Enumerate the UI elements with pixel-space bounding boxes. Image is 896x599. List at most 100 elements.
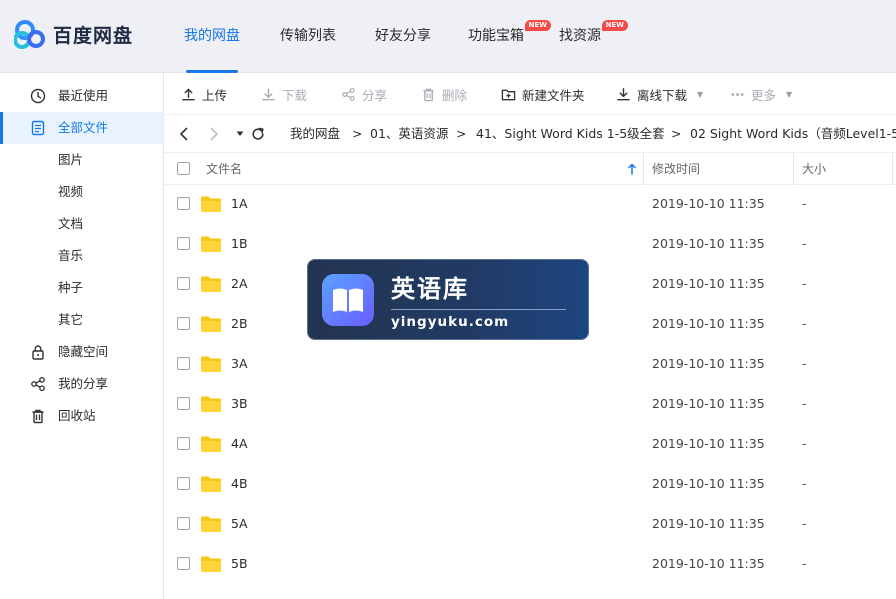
- row-checkbox[interactable]: [177, 437, 190, 450]
- column-divider[interactable]: [643, 153, 644, 185]
- file-row[interactable]: 4B 2019-10-10 11:35 -: [164, 464, 896, 504]
- file-row[interactable]: 1A 2019-10-10 11:35 -: [164, 184, 896, 224]
- more-button[interactable]: 更多 ▼: [730, 85, 792, 103]
- file-row[interactable]: 3B 2019-10-10 11:35 -: [164, 384, 896, 424]
- column-header-name[interactable]: 文件名: [206, 161, 242, 177]
- download-label: 下载: [282, 87, 308, 103]
- breadcrumb-item-sight-word-kids[interactable]: 41、Sight Word Kids 1-5级全套: [476, 126, 665, 142]
- sidebar-item-label: 图片: [58, 152, 84, 167]
- offline-download-icon: [617, 87, 630, 100]
- sidebar-item-hidden-space[interactable]: 隐藏空间: [0, 336, 163, 368]
- row-checkbox[interactable]: [177, 277, 190, 290]
- upload-button[interactable]: 上传: [181, 85, 227, 103]
- tab-transfer-list[interactable]: 传输列表: [280, 26, 336, 46]
- column-header-size[interactable]: 大小: [802, 161, 826, 177]
- share-icon: [31, 376, 45, 392]
- document-icon: [31, 120, 45, 136]
- tab-toolbox[interactable]: 功能宝箱 NEW: [468, 20, 551, 46]
- row-checkbox[interactable]: [177, 197, 190, 210]
- baidu-cloud-logo-icon: [14, 20, 45, 49]
- file-modified-time: 2019-10-10 11:35: [652, 236, 765, 251]
- tab-find-resources[interactable]: 找资源 NEW: [559, 20, 628, 46]
- sidebar-item-label: 音乐: [58, 248, 84, 263]
- sidebar-item-music[interactable]: 音乐: [0, 240, 163, 272]
- row-checkbox[interactable]: [177, 517, 190, 530]
- file-row[interactable]: 5A 2019-10-10 11:35 -: [164, 504, 896, 544]
- breadcrumb-item-current: 02 Sight Word Kids（音频Level1-5）: [690, 126, 896, 141]
- file-name[interactable]: 5A: [231, 516, 248, 532]
- file-row[interactable]: 4A 2019-10-10 11:35 -: [164, 424, 896, 464]
- row-checkbox[interactable]: [177, 477, 190, 490]
- download-button[interactable]: 下载: [261, 85, 307, 103]
- breadcrumb-separator: >: [671, 126, 682, 141]
- file-size: -: [802, 276, 807, 291]
- chevron-down-icon[interactable]: ▼: [786, 90, 792, 99]
- row-checkbox[interactable]: [177, 557, 190, 570]
- file-name[interactable]: 2A: [231, 276, 248, 292]
- sidebar-item-my-shares[interactable]: 我的分享: [0, 368, 163, 400]
- file-list-header: 文件名 修改时间 大小: [164, 153, 896, 185]
- upload-label: 上传: [202, 87, 228, 103]
- sidebar-item-recent[interactable]: 最近使用: [0, 80, 163, 112]
- file-name[interactable]: 3B: [231, 396, 248, 412]
- tab-my-disk[interactable]: 我的网盘: [184, 26, 240, 46]
- file-row[interactable]: 5B 2019-10-10 11:35 -: [164, 544, 896, 584]
- sidebar-item-images[interactable]: 图片: [0, 144, 163, 176]
- more-label: 更多: [751, 87, 777, 103]
- file-name[interactable]: 5B: [231, 556, 248, 572]
- select-all-checkbox[interactable]: [177, 162, 190, 175]
- file-name[interactable]: 4A: [231, 436, 248, 452]
- breadcrumb-item-english-resources[interactable]: 01、英语资源: [370, 126, 448, 142]
- back-button[interactable]: [176, 125, 192, 143]
- folder-icon: [201, 196, 221, 212]
- new-badge: NEW: [524, 20, 551, 31]
- column-divider[interactable]: [892, 153, 893, 185]
- chevron-left-icon: [179, 127, 188, 141]
- offline-download-button[interactable]: 离线下载 ▼: [616, 85, 703, 103]
- file-name[interactable]: 1A: [231, 196, 248, 212]
- sidebar-item-other[interactable]: 其它: [0, 304, 163, 336]
- file-size: -: [802, 316, 807, 331]
- row-checkbox[interactable]: [177, 317, 190, 330]
- chevron-down-icon[interactable]: ▼: [697, 90, 703, 99]
- row-checkbox[interactable]: [177, 397, 190, 410]
- file-size: -: [802, 356, 807, 371]
- history-dropdown[interactable]: [232, 125, 248, 143]
- caret-down-icon: [236, 131, 244, 136]
- row-checkbox[interactable]: [177, 357, 190, 370]
- new-badge: NEW: [601, 20, 628, 31]
- file-row[interactable]: 1B 2019-10-10 11:35 -: [164, 224, 896, 264]
- breadcrumb-item-root[interactable]: 我的网盘: [290, 126, 340, 142]
- sidebar-item-label: 回收站: [58, 408, 96, 423]
- file-row[interactable]: 3A 2019-10-10 11:35 -: [164, 344, 896, 384]
- row-checkbox[interactable]: [177, 237, 190, 250]
- file-name[interactable]: 3A: [231, 356, 248, 372]
- share-button[interactable]: 分享: [341, 85, 387, 103]
- sort-ascending-icon[interactable]: [628, 163, 636, 175]
- delete-button[interactable]: 删除: [421, 85, 467, 103]
- sidebar-item-torrents[interactable]: 种子: [0, 272, 163, 304]
- folder-icon: [201, 356, 221, 372]
- file-modified-time: 2019-10-10 11:35: [652, 396, 765, 411]
- file-name[interactable]: 1B: [231, 236, 248, 252]
- app-logo[interactable]: 百度网盘: [14, 18, 133, 50]
- file-name[interactable]: 4B: [231, 476, 248, 492]
- toolbar: 上传 下载 分享 删除 新建文件夹 离线下载 ▼ 更多 ▼: [164, 73, 896, 114]
- sidebar-item-documents[interactable]: 文档: [0, 208, 163, 240]
- sidebar-item-label: 隐藏空间: [58, 344, 109, 359]
- offline-download-label: 离线下载: [637, 87, 688, 103]
- sidebar-item-videos[interactable]: 视频: [0, 176, 163, 208]
- sidebar-item-recycle-bin[interactable]: 回收站: [0, 400, 163, 432]
- sidebar-item-all-files[interactable]: 全部文件: [0, 112, 163, 144]
- file-name[interactable]: 2B: [231, 316, 248, 332]
- tab-friend-share[interactable]: 好友分享: [375, 26, 431, 46]
- column-divider[interactable]: [793, 153, 794, 185]
- watermark-banner: 英语库 yingyuku.com: [307, 259, 589, 340]
- column-header-modified[interactable]: 修改时间: [652, 161, 700, 177]
- download-icon: [262, 88, 275, 100]
- watermark-divider: [391, 309, 566, 310]
- new-folder-button[interactable]: 新建文件夹: [501, 85, 585, 103]
- forward-button[interactable]: [206, 125, 222, 143]
- file-size: -: [802, 556, 807, 571]
- refresh-button[interactable]: [250, 125, 266, 143]
